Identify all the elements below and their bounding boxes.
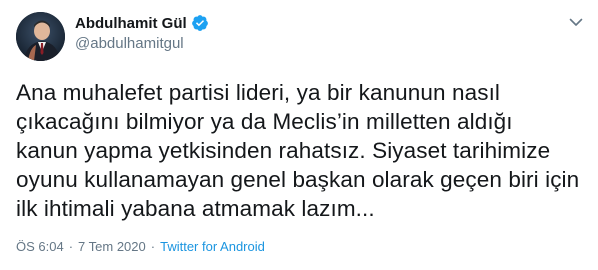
author-name[interactable]: Abdulhamit Gül [75, 15, 187, 32]
profile-photo-icon [16, 12, 65, 61]
tweet-text: Ana muhalefet partisi lideri, ya bir kan… [16, 78, 584, 223]
tweet-source-link[interactable]: Twitter for Android [160, 239, 265, 254]
author-name-row: Abdulhamit Gül [75, 14, 209, 32]
tweet-text-line: ilk ihtimali yabana atmamak lazım... [16, 196, 375, 221]
tweet-text-line: oyunu kullanamayan genel başkan olarak g… [16, 167, 580, 192]
separator: · [150, 239, 156, 254]
author-handle[interactable]: @abdulhamitgul [75, 35, 184, 52]
tweet-time[interactable]: ÖS 6:04 [16, 239, 64, 254]
verified-badge-icon [191, 15, 208, 31]
tweet-date[interactable]: 7 Tem 2020 [78, 239, 146, 254]
tweet-text-line: çıkacağını bilmiyor ya da Meclis’in mill… [16, 109, 513, 134]
tweet-text-line: Ana muhalefet partisi lideri, ya bir kan… [16, 80, 501, 105]
tweet-metadata: ÖS 6:04 · 7 Tem 2020 · Twitter for Andro… [16, 239, 265, 254]
tweet-text-line: kanun yapma yetkisinden rahatsız. Siyase… [16, 138, 551, 163]
avatar[interactable] [16, 12, 65, 61]
separator: · [68, 239, 74, 254]
tweet-card: Abdulhamit Gül @abdulhamitgul Ana muhale… [0, 0, 598, 270]
chevron-down-icon[interactable] [568, 14, 584, 30]
